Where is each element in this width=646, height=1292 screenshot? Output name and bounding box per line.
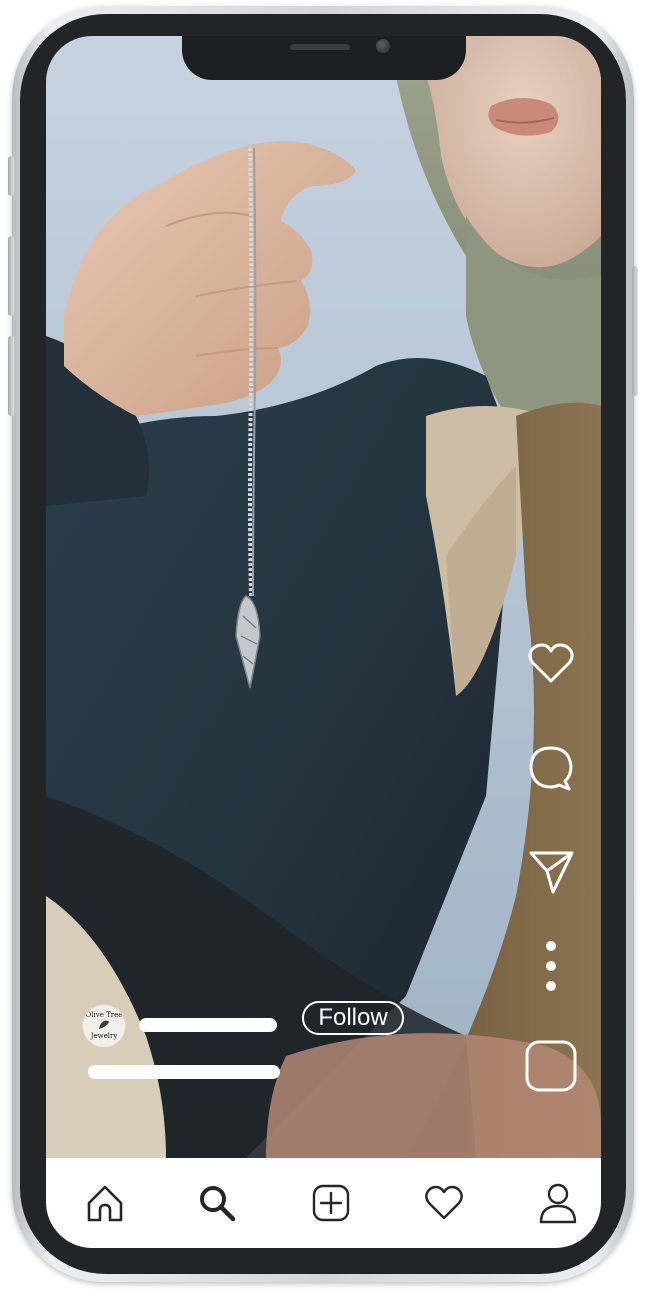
search-icon	[200, 1186, 236, 1222]
audio-thumbnail[interactable]	[523, 1038, 579, 1094]
send-icon	[529, 851, 574, 894]
comment-icon	[529, 746, 573, 791]
activity-heart-icon	[425, 1185, 463, 1220]
more-vertical-icon	[546, 941, 556, 991]
device-notch	[182, 36, 466, 80]
audio-thumbnail-icon	[525, 1040, 577, 1092]
more-options-button[interactable]	[536, 936, 566, 996]
share-button[interactable]	[526, 846, 576, 896]
profile-avatar[interactable]: Olive Tree Jewelry	[82, 1004, 126, 1048]
volume-down-button	[8, 336, 14, 416]
nav-create[interactable]	[308, 1180, 354, 1226]
heart-icon	[528, 643, 574, 683]
power-button	[632, 266, 638, 396]
page: Olive Tree Jewelry Follow	[0, 0, 646, 1292]
like-button[interactable]	[526, 641, 576, 687]
comment-button[interactable]	[526, 743, 576, 793]
username-placeholder-bar[interactable]	[139, 1018, 277, 1032]
follow-button[interactable]: Follow	[302, 1001, 404, 1035]
olive-leaf-icon	[99, 1020, 109, 1029]
nav-activity[interactable]	[421, 1180, 467, 1226]
add-post-icon	[312, 1184, 350, 1222]
avatar-brand-top: Olive Tree	[85, 1011, 123, 1019]
avatar-brand-bottom: Jewelry	[90, 1032, 118, 1040]
nav-home[interactable]	[82, 1180, 128, 1226]
nav-profile[interactable]	[535, 1180, 581, 1226]
volume-up-button	[8, 236, 14, 316]
caption-placeholder-bar[interactable]	[88, 1065, 280, 1079]
earpiece-speaker	[290, 44, 350, 50]
screen: Olive Tree Jewelry Follow	[46, 36, 601, 1248]
avatar-logo: Olive Tree Jewelry	[83, 1005, 125, 1047]
home-icon	[87, 1185, 123, 1222]
bottom-navigation-bar	[46, 1158, 601, 1248]
profile-icon	[539, 1183, 577, 1224]
nav-search[interactable]	[194, 1180, 240, 1226]
reel-photo	[46, 36, 601, 1158]
front-camera	[376, 39, 390, 53]
mute-switch	[8, 156, 14, 196]
